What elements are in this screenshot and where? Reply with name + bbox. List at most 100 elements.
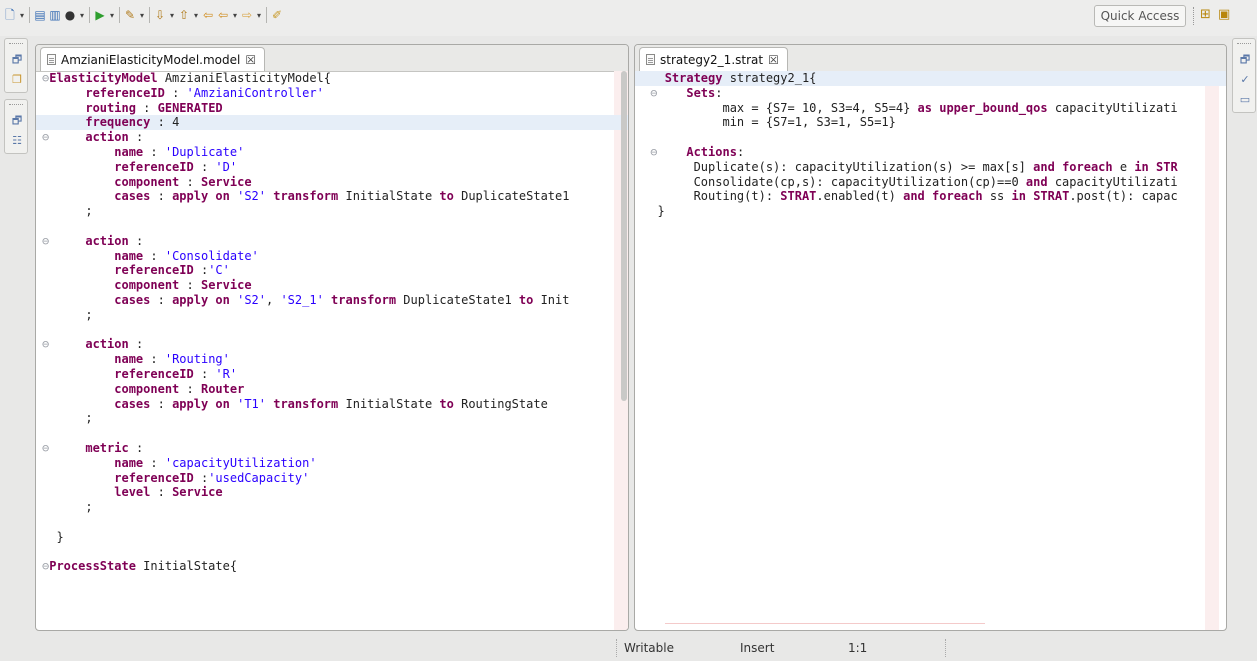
code-line[interactable]: routing : GENERATED <box>36 101 628 116</box>
code-line[interactable]: name : 'capacityUtilization' <box>36 456 628 471</box>
run-icon[interactable]: ▶ <box>93 5 107 25</box>
status-bar: Writable Insert 1:1 <box>0 635 1257 661</box>
code-line[interactable]: referenceID : 'AmzianiController' <box>36 86 628 101</box>
string-token: 'D' <box>215 159 238 174</box>
code-line[interactable]: Duplicate(s): capacityUtilization(s) >= … <box>635 160 1226 175</box>
code-line[interactable] <box>36 323 628 338</box>
code-line[interactable]: ; <box>36 411 628 426</box>
code-line[interactable]: component : Service <box>36 278 628 293</box>
vertical-scrollbar[interactable] <box>621 71 627 401</box>
chevron-down-icon[interactable]: ▾ <box>231 11 239 20</box>
insert-mode-status[interactable]: Insert <box>740 639 774 657</box>
toolbar-separator <box>149 7 150 23</box>
keyword-token: level <box>114 485 151 500</box>
prev-annotation-icon[interactable]: ⇧ <box>177 5 191 25</box>
chevron-down-icon[interactable]: ▾ <box>255 11 263 20</box>
back-icon[interactable]: ⇦ <box>201 5 215 25</box>
code-line[interactable]: component : Service <box>36 175 628 190</box>
next-annotation-icon[interactable]: ⇩ <box>153 5 167 25</box>
close-icon[interactable]: ☒ <box>245 53 256 67</box>
close-icon[interactable]: ☒ <box>768 53 779 67</box>
code-line[interactable]: ; <box>36 204 628 219</box>
code-line[interactable]: ; <box>36 308 628 323</box>
chevron-down-icon[interactable]: ▾ <box>108 11 116 20</box>
code-line[interactable]: name : 'Routing' <box>36 352 628 367</box>
code-line[interactable] <box>635 130 1226 145</box>
keyword-token: name <box>114 352 144 367</box>
code-line[interactable]: } <box>36 530 628 545</box>
save-all-icon[interactable]: ▥ <box>48 5 62 25</box>
code-line[interactable] <box>36 515 628 530</box>
text-token: ; <box>42 411 93 426</box>
external-tools-icon[interactable]: ✎ <box>123 5 137 25</box>
tab-strategy-strat[interactable]: strategy2_1.strat ☒ <box>639 47 788 71</box>
code-line[interactable]: referenceID : 'D' <box>36 160 628 175</box>
java-perspective-icon[interactable]: ▣ <box>1218 7 1230 22</box>
pin-icon[interactable]: ✐ <box>270 5 284 25</box>
code-line[interactable]: cases : apply on 'S2', 'S2_1' transform … <box>36 293 628 308</box>
code-line[interactable]: cases : apply on 'S2' transform InitialS… <box>36 189 628 204</box>
text-token: min = {S7=1, S3=1, S5=1} <box>643 115 896 130</box>
quick-access-field[interactable]: Quick Access <box>1094 5 1186 27</box>
restore-icon[interactable]: 🗗 <box>7 51 27 69</box>
code-area[interactable]: ⊖ElasticityModel AmzianiElasticityModel{… <box>36 71 628 630</box>
code-line[interactable]: Strategy strategy2_1{ <box>635 71 1226 86</box>
code-line[interactable]: ⊖ action : <box>36 130 628 145</box>
code-line[interactable]: level : Service <box>36 485 628 500</box>
code-line[interactable]: } <box>635 204 1226 219</box>
trim-handle[interactable] <box>1237 43 1251 48</box>
open-perspective-icon[interactable]: ⊞ <box>1200 7 1211 22</box>
chevron-down-icon[interactable]: ▾ <box>192 11 200 20</box>
code-line[interactable]: ⊖ action : <box>36 337 628 352</box>
code-line[interactable]: ⊖ action : <box>36 234 628 249</box>
code-line[interactable]: ⊖ Actions: <box>635 145 1226 160</box>
code-area[interactable]: Strategy strategy2_1{ ⊖ Sets: max = {S7=… <box>635 71 1226 630</box>
code-line[interactable] <box>36 545 628 560</box>
code-line[interactable]: referenceID :'usedCapacity' <box>36 471 628 486</box>
forward-icon[interactable]: ⇨ <box>240 5 254 25</box>
code-line[interactable]: ⊖ProcessState InitialState{ <box>36 559 628 574</box>
new-file-icon[interactable]: 🗋 <box>3 5 17 25</box>
console-icon[interactable]: ▭ <box>1235 91 1255 109</box>
package-explorer-icon[interactable]: ❐ <box>7 71 27 89</box>
trim-handle[interactable] <box>9 104 23 109</box>
fold-toggle-icon[interactable]: ⊖ <box>643 86 686 100</box>
chevron-down-icon[interactable]: ▾ <box>18 11 26 20</box>
code-line[interactable]: referenceID :'C' <box>36 263 628 278</box>
code-line[interactable]: component : Router <box>36 382 628 397</box>
code-line[interactable]: ; <box>36 500 628 515</box>
code-line[interactable]: name : 'Duplicate' <box>36 145 628 160</box>
chevron-down-icon[interactable]: ▾ <box>78 11 86 20</box>
save-icon[interactable]: ▤ <box>33 5 47 25</box>
tab-amziani-model[interactable]: AmzianiElasticityModel.model ☒ <box>40 47 266 71</box>
chevron-down-icon[interactable]: ▾ <box>138 11 146 20</box>
string-token: 'Duplicate' <box>164 144 245 159</box>
code-line[interactable] <box>36 426 628 441</box>
chevron-down-icon[interactable]: ▾ <box>168 11 176 20</box>
outline-icon[interactable]: ☷ <box>7 132 27 150</box>
code-line[interactable]: Routing(t): STRAT.enabled(t) and foreach… <box>635 189 1226 204</box>
code-line[interactable]: name : 'Consolidate' <box>36 249 628 264</box>
code-line[interactable]: ⊖ElasticityModel AmzianiElasticityModel{ <box>36 71 628 86</box>
code-line[interactable]: max = {S7= 10, S3=4, S5=4} as upper_boun… <box>635 101 1226 116</box>
text-token: : <box>143 352 165 367</box>
tasks-icon[interactable]: ✓ <box>1235 71 1255 89</box>
restore-icon[interactable]: 🗗 <box>7 112 27 130</box>
file-icon <box>47 54 56 65</box>
restore-icon[interactable]: 🗗 <box>1235 51 1255 69</box>
code-line[interactable]: ⊖ metric : <box>36 441 628 456</box>
fold-toggle-icon[interactable]: ⊖ <box>643 145 686 159</box>
code-line[interactable]: cases : apply on 'T1' transform InitialS… <box>36 397 628 412</box>
code-line[interactable]: ⊖ Sets: <box>635 86 1226 101</box>
code-line[interactable]: Consolidate(cp,s): capacityUtilization(c… <box>635 175 1226 190</box>
code-line[interactable]: referenceID : 'R' <box>36 367 628 382</box>
code-line[interactable]: min = {S7=1, S3=1, S5=1} <box>635 115 1226 130</box>
trim-handle[interactable] <box>9 43 23 48</box>
back-icon[interactable]: ⇦ <box>216 5 230 25</box>
code-line[interactable] <box>36 219 628 234</box>
debug-icon[interactable]: ● <box>63 5 77 25</box>
code-line[interactable]: frequency : 4 <box>36 115 628 131</box>
